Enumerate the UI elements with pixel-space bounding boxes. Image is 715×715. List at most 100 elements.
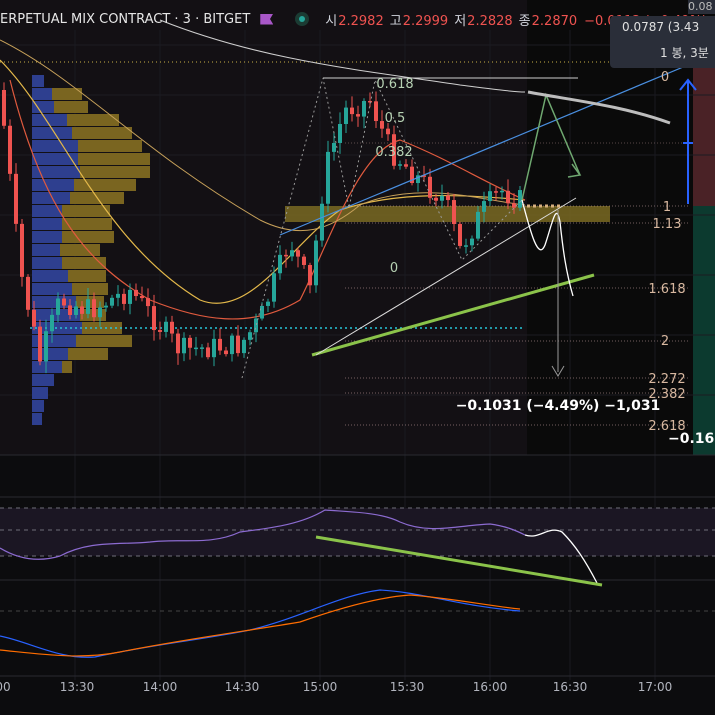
vp-buy-25: [32, 400, 44, 412]
candle-body-47: [284, 254, 288, 257]
candle-body-0: [2, 90, 6, 126]
candle-body-27: [164, 321, 168, 332]
measure-label: −0.1031 (−4.49%) −1,031: [456, 398, 661, 414]
ohlc-value-2: 2.2828: [467, 13, 513, 29]
candle-body-51: [308, 264, 312, 286]
flag-icon[interactable]: [260, 13, 274, 25]
candle-body-48: [290, 250, 294, 257]
fib-retr-label-2: 0.382: [375, 145, 412, 160]
candle-body-46: [278, 254, 282, 274]
candle-body-77: [464, 245, 468, 247]
candle-body-37: [224, 350, 228, 355]
fib-ext-label-5: 2.272: [648, 372, 685, 387]
right-scale-label: −0.162: [668, 431, 715, 447]
x-tick-4: 15:00: [303, 680, 338, 694]
candle-body-3: [20, 223, 24, 277]
candle-body-60: [362, 100, 366, 117]
x-tick-3: 14:30: [225, 680, 260, 694]
candle-body-22: [134, 289, 138, 297]
candle-body-40: [242, 339, 246, 354]
candle-body-82: [494, 191, 498, 193]
candle-body-64: [386, 128, 390, 135]
vp-sell-12: [62, 231, 114, 243]
candle-body-38: [230, 335, 234, 355]
vp-buy-26: [32, 413, 42, 425]
market-status-icon: [295, 12, 310, 26]
candle-body-72: [434, 197, 438, 201]
chart-canvas[interactable]: 011.131.61822.2722.3822.6180.6180.50.382…: [0, 0, 715, 715]
measure-info-box: 0.0787 (3.43 1 봉, 3분: [610, 16, 715, 68]
candle-body-55: [332, 142, 336, 152]
vp-sell-15: [68, 270, 106, 282]
candle-body-21: [128, 289, 132, 304]
fib-retr-label-1: 0.5: [385, 111, 406, 126]
candle-body-1: [8, 125, 12, 174]
candle-body-4: [26, 276, 30, 310]
fib-ext-label-1: 1: [663, 200, 671, 215]
vp-buy-21: [32, 348, 68, 360]
fib-ext-label-4: 2: [661, 334, 669, 349]
candle-body-63: [380, 121, 384, 129]
candle-body-25: [152, 306, 156, 331]
candle-body-7: [44, 331, 48, 362]
candle-body-26: [158, 330, 162, 332]
ohlc-key-2: 저: [454, 13, 467, 29]
candle-body-67: [404, 164, 408, 167]
candle-body-8: [50, 314, 54, 332]
vp-buy-24: [32, 387, 48, 399]
fib-retr-label-0: 0.618: [376, 77, 413, 92]
vp-sell-11: [62, 218, 112, 230]
vp-sell-5: [78, 140, 142, 152]
candle-body-39: [236, 335, 240, 354]
candle-body-18: [110, 297, 114, 306]
candle-body-42: [254, 318, 258, 333]
candle-body-76: [458, 224, 462, 246]
candle-body-19: [116, 293, 120, 298]
corner-price-label: 0.08: [688, 0, 715, 14]
candle-body-31: [188, 337, 192, 348]
candle-body-16: [98, 307, 102, 318]
ohlc-key-0: 시: [325, 13, 338, 29]
candle-body-14: [86, 299, 90, 314]
vp-sell-4: [72, 127, 132, 139]
fib-retr-label-3: 0: [390, 261, 398, 276]
fib-ext-label-3: 1.618: [648, 282, 685, 297]
vp-buy-11: [32, 218, 62, 230]
vp-buy-14: [32, 257, 62, 269]
x-tick-2: 14:00: [143, 680, 178, 694]
candle-body-78: [470, 238, 474, 246]
candle-body-74: [446, 195, 450, 201]
candle-body-75: [452, 200, 456, 225]
vp-buy-8: [32, 179, 74, 191]
candle-body-33: [200, 347, 204, 349]
vp-sell-8: [74, 179, 136, 191]
candle-body-35: [212, 338, 216, 358]
candle-body-52: [314, 240, 318, 286]
vp-sell-22: [62, 361, 72, 373]
candle-body-43: [260, 305, 264, 319]
candle-body-58: [350, 107, 354, 115]
vp-sell-10: [62, 205, 110, 217]
candle-body-53: [320, 203, 324, 241]
candle-body-24: [146, 298, 150, 307]
candle-body-79: [476, 211, 480, 239]
candle-body-6: [38, 326, 42, 362]
vp-sell-2: [54, 101, 88, 113]
vp-buy-23: [32, 374, 54, 386]
candle-body-49: [296, 250, 300, 257]
candle-body-36: [218, 338, 222, 351]
candle-body-23: [140, 296, 144, 299]
chart-header: ERPETUAL MIX CONTRACT · 3 · BITGET 시2.29…: [0, 8, 707, 30]
x-tick-1: 13:30: [60, 680, 95, 694]
vp-buy-16: [32, 283, 72, 295]
vp-buy-15: [32, 270, 68, 282]
fib-ext-label-0: 0: [661, 70, 669, 85]
candle-body-83: [500, 190, 504, 193]
vp-buy-13: [32, 244, 60, 256]
symbol-title[interactable]: ERPETUAL MIX CONTRACT · 3 · BITGET: [0, 12, 250, 27]
candle-body-54: [326, 151, 330, 204]
vp-sell-14: [62, 257, 106, 269]
candle-body-86: [518, 190, 522, 208]
vp-buy-5: [32, 140, 78, 152]
candle-body-15: [92, 299, 96, 318]
